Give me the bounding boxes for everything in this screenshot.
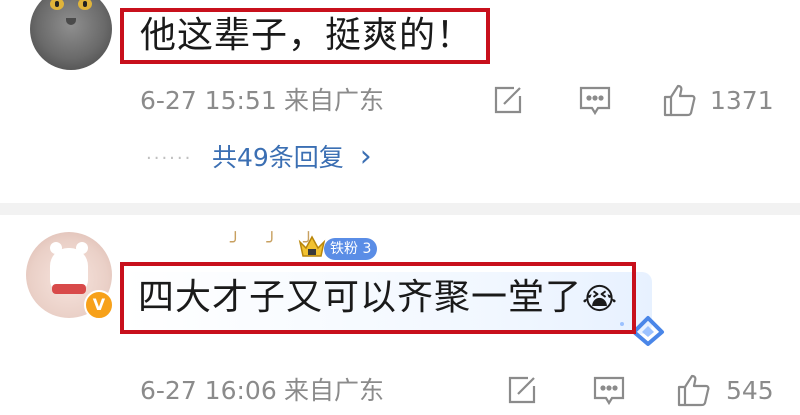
like-count: 545 (726, 376, 774, 405)
like-icon[interactable] (676, 372, 712, 408)
avatar-eye (50, 0, 64, 10)
comment-text: 他这辈子，挺爽的！ (140, 15, 474, 56)
comment-date: 6-27 15:51 (140, 86, 277, 115)
crown-icon (298, 234, 326, 264)
like-count: 1371 (710, 86, 774, 115)
user-avatar[interactable] (30, 0, 112, 70)
fan-level-badge: 铁粉 3 (324, 238, 378, 260)
avatar-nose (66, 18, 76, 25)
verified-badge: V (84, 290, 114, 320)
comment-source: 来自广东 (284, 86, 385, 115)
replies-label: 共49条回复 (212, 143, 344, 172)
chevron-right-icon: › (359, 139, 372, 174)
comment-text-content: 四大才子又可以齐聚一堂了 (138, 277, 583, 318)
crying-emoji: 😭 (582, 282, 619, 317)
comment-icon[interactable] (578, 84, 612, 118)
edit-icon[interactable] (492, 84, 524, 116)
replies-dots: ······ (146, 148, 193, 169)
section-divider (0, 203, 800, 215)
comment-source: 来自广东 (284, 376, 385, 405)
avatar-scarf (52, 284, 86, 294)
comment-icon[interactable] (592, 374, 626, 408)
comment-date: 6-27 16:06 (140, 376, 277, 405)
comment-text: 四大才子又可以齐聚一堂了😭 (138, 278, 618, 320)
like-icon[interactable] (662, 82, 698, 118)
view-replies-link[interactable]: 共49条回复 › (212, 142, 372, 173)
edit-icon[interactable] (506, 374, 538, 406)
avatar-eye (78, 0, 92, 10)
